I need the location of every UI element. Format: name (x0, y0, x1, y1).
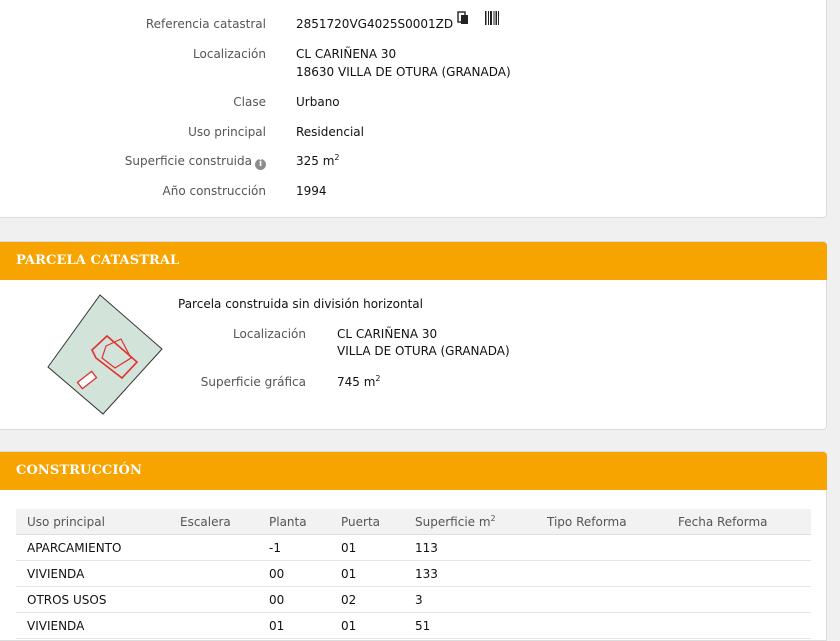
cell-planta: 00 (258, 586, 330, 613)
superficie-grafica-exp: 2 (375, 374, 381, 383)
superficie-construida-value: 325 m2 (296, 153, 340, 169)
cell-puerta: 01 (330, 534, 404, 561)
cell-escalera (169, 586, 258, 613)
ref-catastral-label: Referencia catastral (145, 17, 266, 31)
cell-superficie: 133 (404, 560, 536, 587)
cell-superficie: 3 (404, 586, 536, 613)
inmueble-panel: Referencia catastral 2851720VG4025S0001Z… (0, 0, 827, 218)
construccion-header: CONSTRUCCIÓN (0, 452, 827, 490)
superficie-construida-text: Superficie construida (124, 154, 252, 168)
col-planta: Planta (258, 509, 330, 535)
cell-puerta: 01 (330, 560, 404, 587)
col-tipo-reforma: Tipo Reforma (536, 509, 667, 535)
cell-fecha-reforma (667, 586, 811, 613)
barcode-icon[interactable] (485, 11, 499, 28)
parcela-header: PARCELA CATASTRAL (0, 242, 827, 280)
clase-value: Urbano (296, 95, 340, 109)
ano-construccion-value: 1994 (296, 184, 327, 198)
clase-label: Clase (233, 95, 266, 109)
uso-principal-label: Uso principal (188, 125, 266, 139)
localizacion-line1: CL CARIÑENA 30 (296, 47, 397, 61)
uso-principal-value: Residencial (296, 125, 364, 139)
cell-planta: 01 (258, 612, 330, 639)
construccion-panel: CONSTRUCCIÓN Uso principal Escalera Plan… (0, 451, 827, 641)
info-icon[interactable]: i (255, 159, 266, 170)
parcela-localizacion-line1: CL CARIÑENA 30 (337, 327, 438, 341)
cell-planta: 00 (258, 560, 330, 587)
cell-uso: APARCAMIENTO (16, 534, 169, 561)
superficie-grafica-number: 745 m (337, 375, 376, 389)
cell-tipo-reforma (536, 534, 667, 561)
cell-superficie: 51 (404, 612, 536, 639)
col-fecha-reforma: Fecha Reforma (667, 509, 811, 535)
construccion-table: Uso principal Escalera Planta Puerta Sup… (16, 509, 811, 639)
table-row: APARCAMIENTO -1 01 113 (16, 534, 811, 561)
cell-escalera (169, 534, 258, 561)
table-row: VIVIENDA 00 01 133 (16, 560, 811, 587)
superficie-grafica-label: Superficie gráfica (200, 375, 306, 389)
cell-planta: -1 (258, 534, 330, 561)
col-superficie: Superficie m2 (404, 509, 536, 535)
localizacion-label: Localización (193, 47, 266, 61)
localizacion-line2: 18630 VILLA DE OTURA (GRANADA) (296, 65, 511, 79)
cell-puerta: 01 (330, 612, 404, 639)
cell-puerta: 02 (330, 586, 404, 613)
cell-uso: VIVIENDA (16, 612, 169, 639)
cell-uso: OTROS USOS (16, 586, 169, 613)
ano-construccion-label: Año construcción (162, 184, 267, 198)
table-row: OTROS USOS 00 02 3 (16, 586, 811, 613)
cell-superficie: 113 (404, 534, 536, 561)
col-escalera: Escalera (169, 509, 258, 535)
copy-icon[interactable] (457, 11, 469, 28)
col-puerta: Puerta (330, 509, 404, 535)
cell-tipo-reforma (536, 586, 667, 613)
col-uso-principal: Uso principal (16, 509, 169, 535)
col-superficie-text: Superficie m (415, 514, 491, 529)
superficie-construida-exp: 2 (334, 153, 340, 162)
cell-fecha-reforma (667, 560, 811, 587)
cell-tipo-reforma (536, 612, 667, 639)
table-row: VIVIENDA 01 01 51 (16, 612, 811, 639)
parcela-panel: PARCELA CATASTRAL Parcela construida sin… (0, 241, 827, 430)
table-header-row: Uso principal Escalera Planta Puerta Sup… (16, 509, 811, 535)
parcela-description: Parcela construida sin división horizont… (178, 297, 423, 311)
parcela-localizacion-label: Localización (233, 327, 306, 341)
cell-escalera (169, 612, 258, 639)
superficie-grafica-value: 745 m2 (337, 374, 381, 390)
superficie-construida-label: Superficie construida i (125, 154, 266, 170)
cell-uso: VIVIENDA (16, 560, 169, 587)
cell-fecha-reforma (667, 534, 811, 561)
ref-catastral-value[interactable]: 2851720VG4025S0001ZD (296, 17, 453, 31)
cell-escalera (169, 560, 258, 587)
cell-tipo-reforma (536, 560, 667, 587)
cell-fecha-reforma (667, 612, 811, 639)
col-superficie-exp: 2 (490, 513, 496, 523)
parcela-localizacion-line2: VILLA DE OTURA (GRANADA) (337, 344, 510, 358)
parcel-map-thumbnail[interactable] (44, 292, 168, 418)
superficie-construida-number: 325 m (296, 154, 335, 168)
